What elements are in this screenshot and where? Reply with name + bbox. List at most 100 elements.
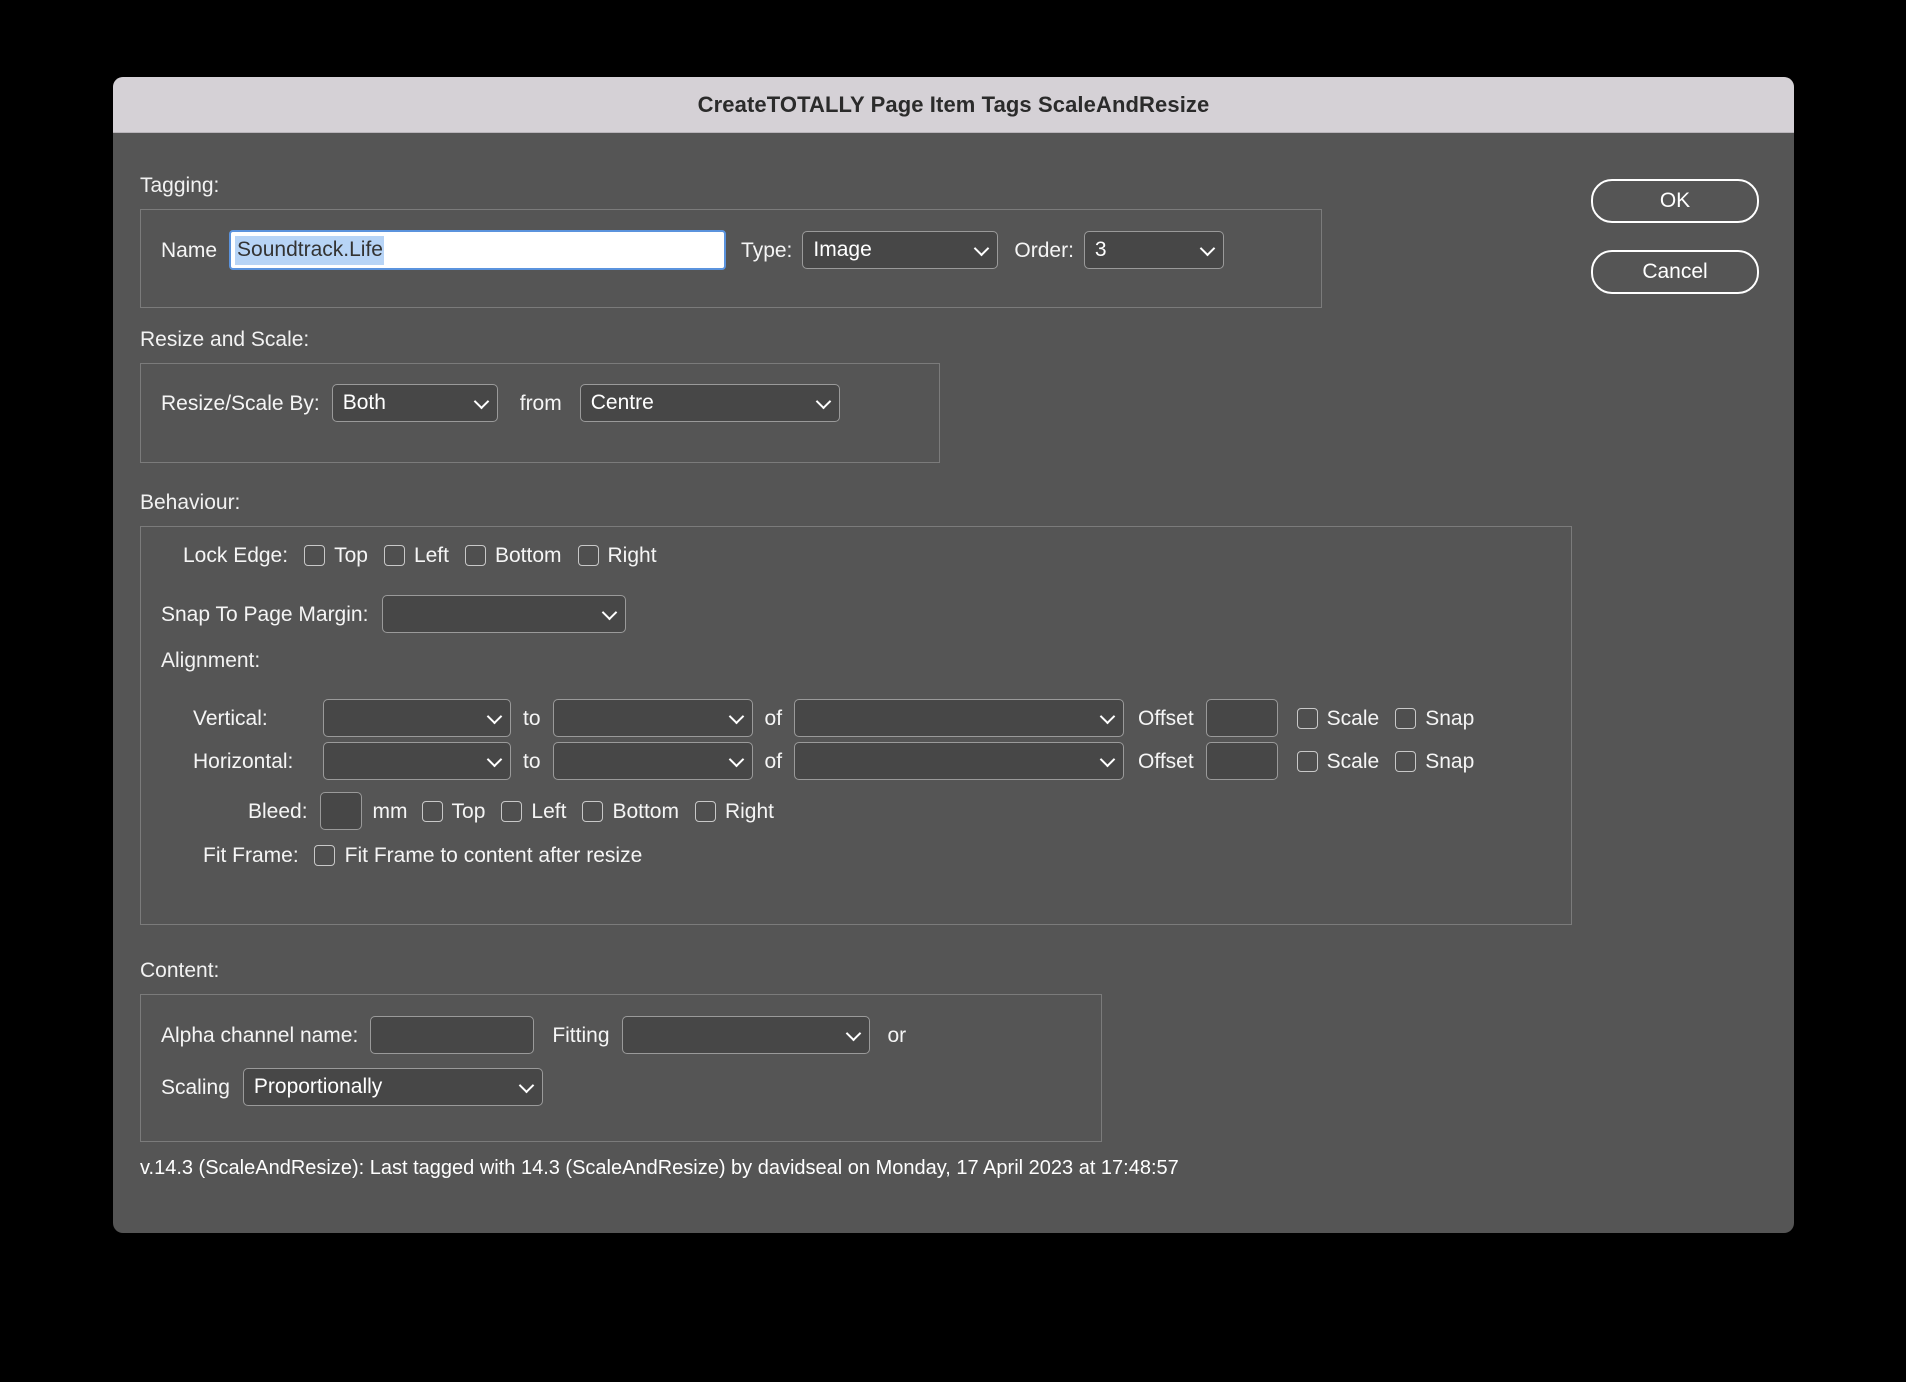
- vertical-snap-checkbox[interactable]: [1395, 707, 1417, 729]
- fit-frame-checkbox[interactable]: [313, 845, 335, 866]
- lock-edge-top-label: Top: [334, 544, 368, 567]
- lock-edge-right-label: Right: [607, 544, 657, 567]
- type-select-value: Image: [813, 238, 872, 261]
- fit-frame-row: Fit Frame: Fit Frame to content after re…: [203, 845, 642, 866]
- from-select-value: Centre: [590, 391, 654, 414]
- order-select-value: 3: [1094, 238, 1107, 261]
- fitting-select[interactable]: [621, 1016, 870, 1054]
- name-input-value: Soundtrack.Life: [235, 235, 384, 265]
- bleed-right-label: Right: [724, 799, 774, 823]
- lock-edge-left-label: Left: [413, 544, 449, 567]
- vertical-scale-checkbox[interactable]: [1296, 707, 1318, 729]
- content-section-label: Content:: [140, 959, 220, 982]
- chevron-down-icon: [975, 243, 988, 256]
- bleed-bottom-label: Bottom: [612, 799, 679, 823]
- bleed-bottom-checkbox[interactable]: [582, 800, 604, 822]
- bleed-right-checkbox[interactable]: [694, 800, 716, 822]
- bleed-label: Bleed:: [248, 799, 308, 823]
- lock-edge-top-checkbox[interactable]: [304, 545, 326, 566]
- resize-scale-by-select[interactable]: Both: [331, 384, 498, 422]
- horizontal-offset-label: Offset: [1138, 749, 1194, 773]
- behaviour-section-label: Behaviour:: [140, 491, 241, 514]
- vertical-offset-label: Offset: [1138, 706, 1194, 730]
- order-label: Order:: [1014, 238, 1074, 262]
- bleed-unit-label: mm: [372, 799, 408, 823]
- chevron-down-icon: [817, 396, 830, 409]
- tagging-row: Name Soundtrack.Life Type: Image Order: …: [161, 230, 1224, 270]
- horizontal-align-select[interactable]: [323, 742, 511, 780]
- from-select[interactable]: Centre: [579, 384, 840, 422]
- vertical-alignment-row: Vertical: to of Offset Scale Snap: [193, 699, 1474, 737]
- tagging-section-label: Tagging:: [140, 174, 220, 197]
- vertical-scale-label: Scale: [1326, 706, 1380, 730]
- window-title: CreateTOTALLY Page Item Tags ScaleAndRes…: [697, 91, 1210, 117]
- horizontal-of-select[interactable]: [794, 742, 1125, 780]
- horizontal-offset-input[interactable]: [1205, 742, 1278, 780]
- snap-to-page-margin-label: Snap To Page Margin:: [161, 602, 369, 626]
- fitting-label: Fitting: [552, 1023, 610, 1047]
- chevron-down-icon: [730, 754, 743, 767]
- bleed-top-label: Top: [451, 799, 486, 823]
- horizontal-scale-checkbox[interactable]: [1296, 750, 1318, 772]
- resize-scale-section-label: Resize and Scale:: [140, 328, 310, 351]
- bleed-left-checkbox[interactable]: [501, 800, 523, 822]
- name-input[interactable]: Soundtrack.Life: [229, 230, 727, 270]
- title-bar: CreateTOTALLY Page Item Tags ScaleAndRes…: [113, 77, 1794, 133]
- or-label: or: [887, 1023, 907, 1047]
- fit-frame-label: Fit Frame:: [203, 844, 299, 867]
- alpha-channel-label: Alpha channel name:: [161, 1023, 359, 1047]
- chevron-down-icon: [488, 711, 501, 724]
- chevron-down-icon: [520, 1080, 533, 1093]
- chevron-down-icon: [730, 711, 743, 724]
- fit-frame-checkbox-label: Fit Frame to content after resize: [344, 844, 643, 867]
- horizontal-label: Horizontal:: [193, 749, 294, 773]
- resize-scale-row: Resize/Scale By: Both from Centre: [161, 384, 840, 422]
- chevron-down-icon: [1101, 711, 1114, 724]
- type-select[interactable]: Image: [802, 231, 999, 269]
- chevron-down-icon: [603, 607, 616, 620]
- chevron-down-icon: [847, 1028, 860, 1041]
- scaling-select-value: Proportionally: [253, 1075, 383, 1098]
- chevron-down-icon: [488, 754, 501, 767]
- alpha-fitting-row: Alpha channel name: Fitting or: [161, 1016, 906, 1054]
- alpha-channel-input[interactable]: [370, 1016, 535, 1054]
- lock-edge-bottom-checkbox[interactable]: [464, 545, 486, 566]
- chevron-down-icon: [1101, 754, 1114, 767]
- lock-edge-left-checkbox[interactable]: [383, 545, 405, 566]
- vertical-align-select[interactable]: [323, 699, 511, 737]
- alignment-label: Alignment:: [161, 649, 261, 672]
- lock-edge-right-checkbox[interactable]: [577, 545, 599, 566]
- lock-edge-label: Lock Edge:: [183, 544, 289, 567]
- lock-edge-bottom-label: Bottom: [494, 544, 562, 567]
- vertical-of-select[interactable]: [794, 699, 1125, 737]
- horizontal-to-label: to: [523, 749, 541, 773]
- horizontal-scale-label: Scale: [1326, 749, 1380, 773]
- dialog-body: OK Cancel Tagging: Name Soundtrack.Life …: [113, 133, 1794, 1233]
- vertical-label: Vertical:: [193, 706, 268, 730]
- bleed-row: Bleed: mm Top Left Bottom Right: [248, 792, 774, 830]
- bleed-input[interactable]: [319, 792, 362, 830]
- chevron-down-icon: [475, 396, 488, 409]
- bleed-top-checkbox[interactable]: [421, 800, 443, 822]
- bleed-left-label: Left: [531, 799, 567, 823]
- horizontal-snap-checkbox[interactable]: [1395, 750, 1417, 772]
- snap-to-page-margin-row: Snap To Page Margin:: [161, 595, 627, 633]
- vertical-offset-input[interactable]: [1205, 699, 1278, 737]
- chevron-down-icon: [1201, 243, 1214, 256]
- order-select[interactable]: 3: [1083, 231, 1224, 269]
- resize-scale-by-label: Resize/Scale By:: [161, 391, 320, 415]
- resize-scale-by-value: Both: [342, 391, 386, 414]
- ok-button[interactable]: OK: [1591, 179, 1759, 223]
- dialog-window: CreateTOTALLY Page Item Tags ScaleAndRes…: [113, 77, 1794, 1233]
- status-text: v.14.3 (ScaleAndResize): Last tagged wit…: [140, 1157, 1179, 1179]
- cancel-button[interactable]: Cancel: [1591, 250, 1759, 294]
- name-label: Name: [161, 238, 218, 262]
- snap-to-page-margin-select[interactable]: [382, 595, 627, 633]
- scaling-select[interactable]: Proportionally: [242, 1068, 543, 1106]
- vertical-of-label: of: [764, 706, 783, 730]
- horizontal-snap-label: Snap: [1425, 749, 1475, 773]
- horizontal-to-select[interactable]: [552, 742, 753, 780]
- vertical-to-select[interactable]: [552, 699, 753, 737]
- horizontal-of-label: of: [764, 749, 783, 773]
- scaling-label: Scaling: [161, 1075, 230, 1099]
